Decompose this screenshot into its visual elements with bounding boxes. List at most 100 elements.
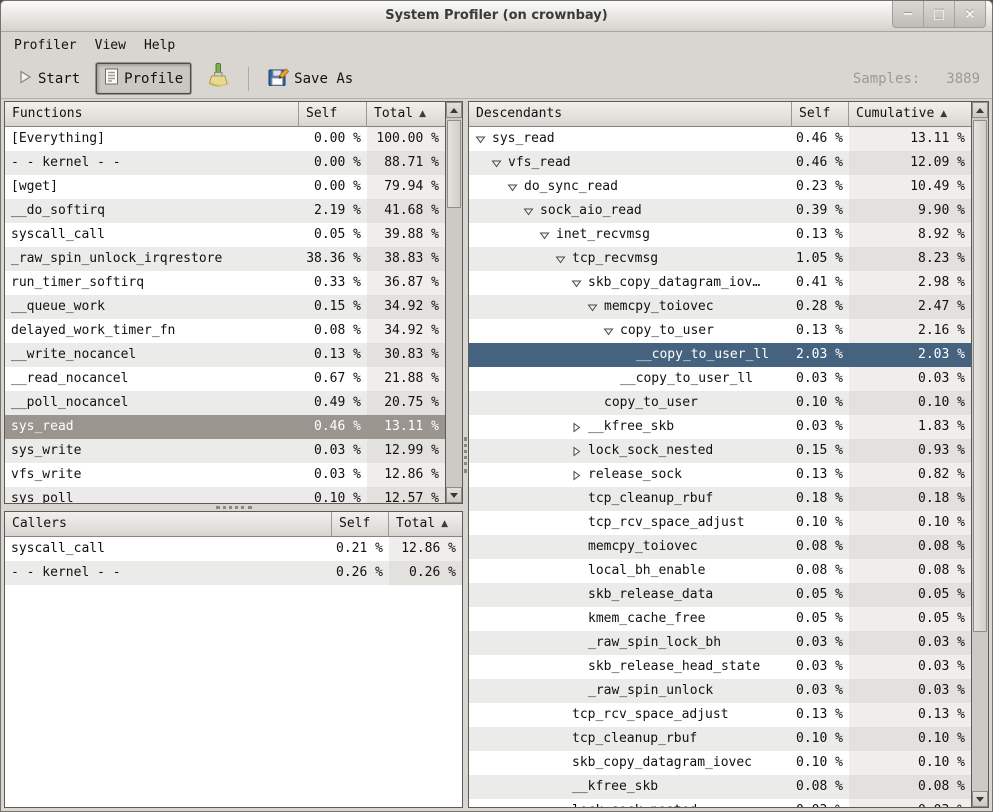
scroll-down-button[interactable]: [972, 791, 988, 807]
tree-row[interactable]: memcpy_toiovec0.28 %2.47 %: [469, 295, 971, 319]
tree-row[interactable]: local_bh_enable0.08 %0.08 %: [469, 559, 971, 583]
table-row[interactable]: - - kernel - -0.26 %0.26 %: [5, 561, 462, 585]
scroll-down-button[interactable]: [446, 487, 462, 503]
reset-button[interactable]: [199, 58, 237, 99]
table-row[interactable]: [Everything]0.00 %100.00 %: [5, 127, 445, 151]
functions-self-column-header[interactable]: Self: [299, 102, 367, 127]
table-row[interactable]: syscall_call0.05 %39.88 %: [5, 223, 445, 247]
tree-row[interactable]: memcpy_toiovec0.08 %0.08 %: [469, 535, 971, 559]
callers-total-column-header[interactable]: Total▲: [389, 512, 462, 537]
tree-row[interactable]: tcp_rcv_space_adjust0.13 %0.13 %: [469, 703, 971, 727]
expander-open-icon[interactable]: [555, 254, 572, 265]
tree-row[interactable]: __kfree_skb0.03 %1.83 %: [469, 415, 971, 439]
table-row[interactable]: __poll_nocancel0.49 %20.75 %: [5, 391, 445, 415]
functions-column-header[interactable]: Functions: [5, 102, 299, 127]
save-as-button[interactable]: Save As: [260, 61, 361, 96]
tree-row[interactable]: do_sync_read0.23 %10.49 %: [469, 175, 971, 199]
tree-row[interactable]: copy_to_user0.10 %0.10 %: [469, 391, 971, 415]
callers-self-column-header[interactable]: Self: [332, 512, 389, 537]
table-row[interactable]: sys_poll0.10 %12.57 %: [5, 487, 445, 503]
tree-row[interactable]: sys_read0.46 %13.11 %: [469, 127, 971, 151]
minimize-button[interactable]: −: [893, 1, 923, 27]
function-name-cell: tcp_recvmsg: [469, 247, 792, 271]
horizontal-pane-splitter[interactable]: [4, 504, 463, 511]
percent-cell: 2.03 %: [792, 343, 849, 367]
tree-row[interactable]: kmem_cache_free0.05 %0.05 %: [469, 607, 971, 631]
menu-view[interactable]: View: [86, 34, 135, 57]
tree-row[interactable]: tcp_recvmsg1.05 %8.23 %: [469, 247, 971, 271]
profile-toggle-button[interactable]: Profile: [96, 63, 191, 94]
tree-row[interactable]: copy_to_user0.13 %2.16 %: [469, 319, 971, 343]
percent-cell: 0.13 %: [792, 223, 849, 247]
table-row[interactable]: _raw_spin_unlock_irqrestore38.36 %38.83 …: [5, 247, 445, 271]
expander-closed-icon[interactable]: [571, 470, 588, 481]
samples-label: Samples:: [853, 71, 920, 87]
tree-row[interactable]: _raw_spin_lock_bh0.03 %0.03 %: [469, 631, 971, 655]
expander-closed-icon[interactable]: [571, 422, 588, 433]
table-row[interactable]: sys_read0.46 %13.11 %: [5, 415, 445, 439]
function-name-cell: sys_read: [469, 127, 792, 151]
descendants-scrollbar[interactable]: [971, 102, 988, 807]
tree-row[interactable]: skb_copy_datagram_iovec0.10 %0.10 %: [469, 751, 971, 775]
function-name-cell: copy_to_user: [469, 319, 792, 343]
expander-open-icon[interactable]: [587, 302, 604, 313]
scrollbar-thumb[interactable]: [447, 120, 461, 208]
tree-row[interactable]: vfs_read0.46 %12.09 %: [469, 151, 971, 175]
table-row[interactable]: __do_softirq2.19 %41.68 %: [5, 199, 445, 223]
menu-help[interactable]: Help: [135, 34, 184, 57]
expander-open-icon[interactable]: [539, 230, 556, 241]
expander-open-icon[interactable]: [523, 206, 540, 217]
tree-row[interactable]: sock_aio_read0.39 %9.90 %: [469, 199, 971, 223]
scrollbar-track[interactable]: [446, 118, 462, 487]
table-row[interactable]: [wget]0.00 %79.94 %: [5, 175, 445, 199]
tree-row[interactable]: skb_copy_datagram_iov…0.41 %2.98 %: [469, 271, 971, 295]
table-row[interactable]: delayed_work_timer_fn0.08 %34.92 %: [5, 319, 445, 343]
tree-row[interactable]: skb_release_head_state0.03 %0.03 %: [469, 655, 971, 679]
expander-open-icon[interactable]: [491, 158, 508, 169]
tree-row[interactable]: tcp_rcv_space_adjust0.10 %0.10 %: [469, 511, 971, 535]
table-row[interactable]: sys_write0.03 %12.99 %: [5, 439, 445, 463]
table-row[interactable]: __queue_work0.15 %34.92 %: [5, 295, 445, 319]
tree-row[interactable]: lock_sock_nested0.15 %0.93 %: [469, 439, 971, 463]
table-row[interactable]: run_timer_softirq0.33 %36.87 %: [5, 271, 445, 295]
tree-row[interactable]: release_sock0.13 %0.82 %: [469, 463, 971, 487]
table-row[interactable]: __write_nocancel0.13 %30.83 %: [5, 343, 445, 367]
functions-total-column-header[interactable]: Total▲: [367, 102, 445, 127]
menu-profiler[interactable]: Profiler: [5, 34, 86, 57]
tree-row[interactable]: inet_recvmsg0.13 %8.92 %: [469, 223, 971, 247]
descendants-self-column-header[interactable]: Self: [792, 102, 849, 127]
scroll-up-button[interactable]: [972, 102, 988, 118]
descendants-column-header[interactable]: Descendants: [469, 102, 792, 127]
tree-row[interactable]: _raw_spin_unlock0.03 %0.03 %: [469, 679, 971, 703]
table-row[interactable]: vfs_write0.03 %12.86 %: [5, 463, 445, 487]
tree-row[interactable]: skb_release_data0.05 %0.05 %: [469, 583, 971, 607]
expander-open-icon[interactable]: [571, 278, 588, 289]
start-button[interactable]: Start: [9, 64, 88, 94]
tree-row[interactable]: lock_sock_nested0.03 %0.03 %: [469, 799, 971, 807]
scroll-up-button[interactable]: [446, 102, 462, 118]
callers-column-header[interactable]: Callers: [5, 512, 332, 537]
expander-open-icon[interactable]: [603, 326, 620, 337]
descendants-cumulative-column-header[interactable]: Cumulative▲: [849, 102, 971, 127]
expander-open-icon[interactable]: [507, 182, 524, 193]
percent-cell: 0.23 %: [792, 175, 849, 199]
scrollbar-track[interactable]: [972, 118, 988, 791]
percent-cell: 12.09 %: [849, 151, 971, 175]
tree-row[interactable]: __kfree_skb0.08 %0.08 %: [469, 775, 971, 799]
percent-cell: 0.18 %: [792, 487, 849, 511]
tree-row[interactable]: tcp_cleanup_rbuf0.18 %0.18 %: [469, 487, 971, 511]
tree-row[interactable]: __copy_to_user_ll0.03 %0.03 %: [469, 367, 971, 391]
percent-cell: 12.86 %: [367, 463, 445, 487]
titlebar[interactable]: System Profiler (on crownbay) − □ ×: [1, 1, 992, 32]
maximize-button[interactable]: □: [923, 1, 954, 27]
table-row[interactable]: - - kernel - -0.00 %88.71 %: [5, 151, 445, 175]
expander-closed-icon[interactable]: [571, 446, 588, 457]
close-button[interactable]: ×: [954, 1, 985, 27]
scrollbar-thumb[interactable]: [973, 120, 987, 632]
expander-open-icon[interactable]: [475, 134, 492, 145]
tree-row[interactable]: tcp_cleanup_rbuf0.10 %0.10 %: [469, 727, 971, 751]
table-row[interactable]: syscall_call0.21 %12.86 %: [5, 537, 462, 561]
table-row[interactable]: __read_nocancel0.67 %21.88 %: [5, 367, 445, 391]
tree-row[interactable]: __copy_to_user_ll2.03 %2.03 %: [469, 343, 971, 367]
functions-scrollbar[interactable]: [445, 102, 462, 503]
